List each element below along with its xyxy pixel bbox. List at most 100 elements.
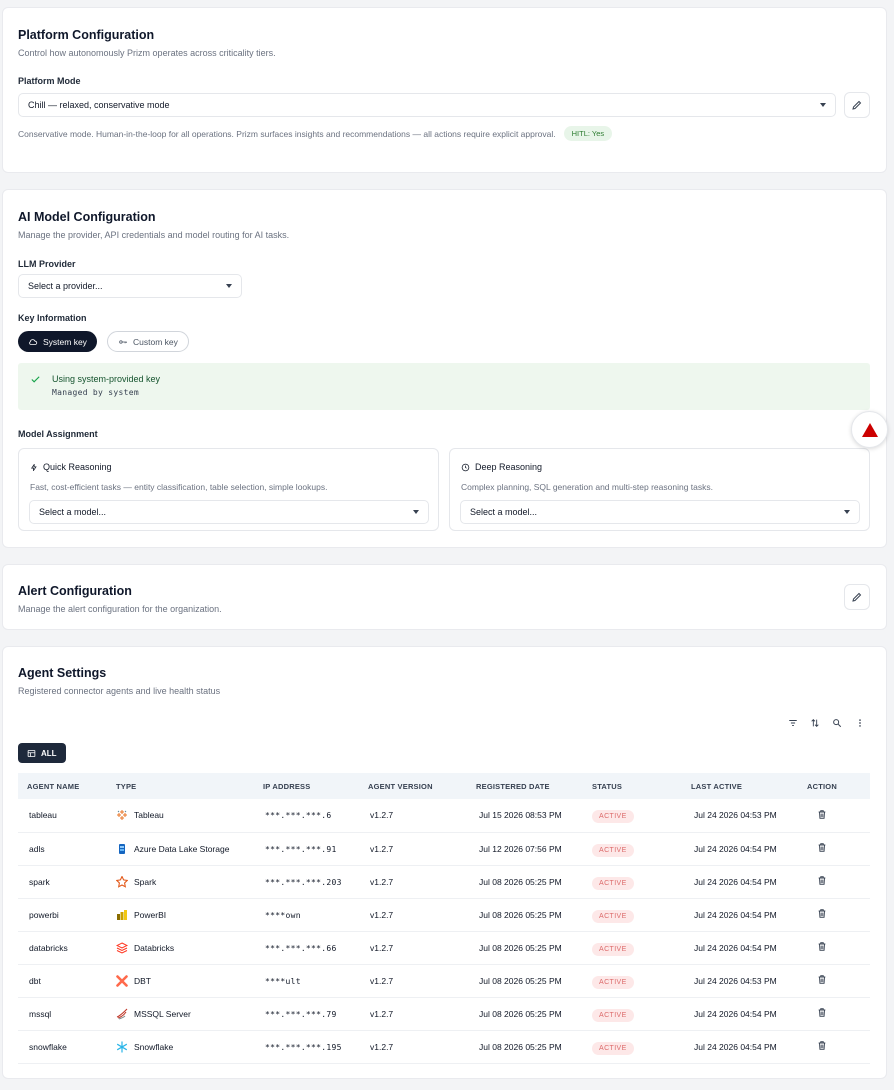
- agent-version-cell: v1.2.7: [368, 1030, 476, 1064]
- agent-name-cell: databricks: [18, 931, 116, 965]
- agent-action-cell: [807, 799, 870, 833]
- agent-ip: ***.***.***.66: [265, 943, 337, 953]
- filter-button[interactable]: [787, 717, 799, 729]
- agent-ip: ***.***.***.195: [265, 1042, 342, 1052]
- table-row[interactable]: adls Azure Data Lake Storage ***.***.***.9…: [18, 832, 870, 866]
- llm-provider-select[interactable]: Select a provider...: [18, 274, 242, 298]
- agent-name: adls: [29, 843, 45, 854]
- system-key-toggle[interactable]: System key: [18, 331, 97, 352]
- lightning-icon: [30, 463, 37, 471]
- agent-action-cell: [807, 964, 870, 998]
- column-header[interactable]: TYPE: [116, 773, 263, 799]
- agent-last-active: Jul 24 2026 04:54 PM: [694, 876, 777, 887]
- agent-version: v1.2.7: [370, 1041, 394, 1052]
- agent-registered-date: Jul 08 2026 05:25 PM: [479, 876, 562, 887]
- table-row[interactable]: dbt DBT ****ult v1.2.7 Jul 08 2026 05:25 PM A…: [18, 964, 870, 998]
- agent-version-cell: v1.2.7: [368, 997, 476, 1031]
- agent-type: Snowflake: [134, 1041, 174, 1052]
- status-badge: ACTIVE: [592, 843, 634, 857]
- column-header[interactable]: REGISTERED DATE: [476, 773, 592, 799]
- status-badge: ACTIVE: [592, 909, 634, 923]
- deep-model-value: Select a model...: [470, 507, 538, 517]
- agent-last-active-cell: Jul 24 2026 04:53 PM: [691, 964, 807, 998]
- agent-version: v1.2.7: [370, 843, 394, 854]
- agent-last-active-cell: Jul 24 2026 04:54 PM: [691, 1030, 807, 1064]
- agent-version: v1.2.7: [370, 810, 394, 821]
- agent-last-active: Jul 24 2026 04:54 PM: [694, 942, 777, 953]
- agent-registered-date: Jul 08 2026 05:25 PM: [479, 975, 562, 986]
- column-header[interactable]: ACTION: [807, 773, 870, 799]
- agent-action-cell: [807, 931, 870, 965]
- delete-button[interactable]: [817, 974, 827, 985]
- trash-icon: [818, 1041, 826, 1050]
- custom-key-label: Custom key: [133, 336, 178, 347]
- platform-edit-button[interactable]: [844, 92, 870, 118]
- custom-key-toggle[interactable]: Custom key: [107, 331, 189, 352]
- agent-name-cell: tableau: [18, 799, 116, 833]
- delete-button[interactable]: [817, 1007, 827, 1018]
- agent-ip: ***.***.***.203: [265, 877, 342, 887]
- agent-name: spark: [29, 876, 50, 887]
- delete-button[interactable]: [817, 908, 827, 919]
- delete-button[interactable]: [817, 842, 827, 853]
- agent-last-active: Jul 24 2026 04:54 PM: [694, 1041, 777, 1052]
- column-header[interactable]: LAST ACTIVE: [691, 773, 807, 799]
- delete-button[interactable]: [817, 941, 827, 952]
- table-row[interactable]: powerbi PowerBI ****own v1.2.7 Jul 08 2026 0…: [18, 898, 870, 932]
- table-row[interactable]: tableau Tableau ***.***.***.6 v1.2.7 Jul 15 …: [18, 799, 870, 833]
- agent-type: DBT: [134, 975, 151, 986]
- filter-chip-all[interactable]: ALL: [18, 743, 66, 763]
- agents-table-body: tableau Tableau ***.***.***.6 v1.2.7 Jul 15 …: [18, 799, 870, 1064]
- cloud-icon: [29, 338, 38, 345]
- column-header[interactable]: AGENT VERSION: [368, 773, 476, 799]
- model-assignment-label: Model Assignment: [18, 429, 98, 439]
- agent-last-active: Jul 24 2026 04:53 PM: [694, 810, 777, 821]
- column-header[interactable]: AGENT NAME: [18, 773, 116, 799]
- delete-button[interactable]: [817, 875, 827, 886]
- agent-version: v1.2.7: [370, 909, 394, 920]
- delete-button[interactable]: [817, 809, 827, 820]
- agent-name: dbt: [29, 975, 41, 986]
- agent-type-cell: Tableau: [116, 799, 263, 833]
- agent-ip-cell: ***.***.***.91: [263, 832, 368, 866]
- agent-name: powerbi: [29, 909, 59, 920]
- chevron-down-icon: [413, 510, 419, 514]
- agent-registered-cell: Jul 08 2026 05:25 PM: [476, 931, 592, 965]
- deep-model-select[interactable]: Select a model...: [460, 500, 860, 524]
- table-row[interactable]: mssql MSSQL Server ***.***.***.79 v1.2.7 Jul…: [18, 997, 870, 1031]
- agent-last-active-cell: Jul 24 2026 04:53 PM: [691, 799, 807, 833]
- sort-button[interactable]: [809, 717, 821, 729]
- warning-triangle-icon: [861, 422, 878, 437]
- spark-icon: [115, 874, 129, 888]
- mssql-icon: [116, 1008, 128, 1020]
- chevron-down-icon: [820, 103, 826, 107]
- agent-last-active: Jul 24 2026 04:54 PM: [694, 843, 777, 854]
- more-options-button[interactable]: [854, 717, 866, 729]
- column-header[interactable]: STATUS: [592, 773, 691, 799]
- agent-name-cell: dbt: [18, 964, 116, 998]
- agent-registered-cell: Jul 08 2026 05:25 PM: [476, 964, 592, 998]
- platform-mode-select[interactable]: Chill — relaxed, conservative mode: [18, 93, 836, 117]
- quick-model-select[interactable]: Select a model...: [29, 500, 429, 524]
- agent-action-cell: [807, 832, 870, 866]
- agent-action-cell: [807, 898, 870, 932]
- table-row[interactable]: databricks Databricks ***.***.***.66 v1.2.7…: [18, 931, 870, 965]
- adls-icon: [116, 843, 128, 855]
- agent-last-active-cell: Jul 24 2026 04:54 PM: [691, 997, 807, 1031]
- search-button[interactable]: [831, 717, 843, 729]
- column-header[interactable]: IP ADDRESS: [263, 773, 368, 799]
- agent-ip: ***.***.***.6: [265, 811, 332, 821]
- platform-config-title: Platform Configuration: [18, 28, 155, 42]
- trash-icon: [818, 909, 826, 918]
- pencil-icon: [852, 592, 862, 602]
- key-icon: [119, 339, 127, 344]
- agent-ip-cell: ***.***.***.195: [263, 1030, 368, 1064]
- alert-edit-button[interactable]: [844, 584, 870, 610]
- table-row[interactable]: snowflake Snowflake ***.***.***.195 v1.2.7 J…: [18, 1030, 870, 1064]
- delete-button[interactable]: [817, 1040, 827, 1051]
- agent-type: MSSQL Server: [134, 1008, 191, 1019]
- agent-name-cell: spark: [18, 865, 116, 899]
- table-row[interactable]: spark Spark ***.***.***.203 v1.2.7 Jul 08 20…: [18, 865, 870, 899]
- quick-reasoning-title: Quick Reasoning: [43, 462, 112, 472]
- alert-fab-button[interactable]: [851, 411, 888, 448]
